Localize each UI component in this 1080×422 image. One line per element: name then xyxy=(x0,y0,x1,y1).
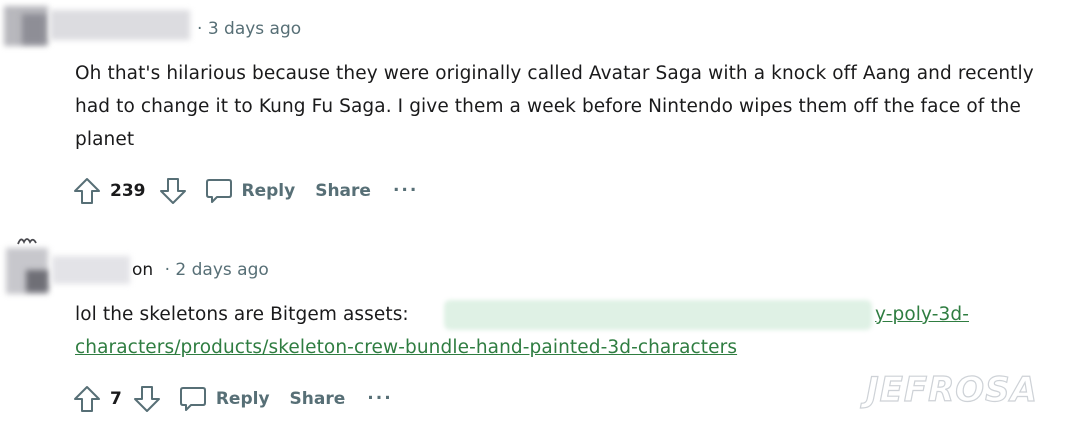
link-redacted-highlight[interactable] xyxy=(444,300,872,330)
upvote-icon[interactable] xyxy=(72,384,102,414)
more-options-icon[interactable]: ... xyxy=(367,384,392,404)
comment-timestamp[interactable]: 2 days ago xyxy=(175,260,268,280)
comment-body-text: lol the skeletons are Bitgem assets: xyxy=(75,304,409,325)
comment-actions: 239 Reply Share ... xyxy=(72,174,418,208)
comment-timestamp[interactable]: 3 days ago xyxy=(208,19,301,39)
reply-button[interactable]: Reply xyxy=(178,384,270,414)
avatar-blurred-dark xyxy=(26,270,48,292)
avatar-blurred-dark xyxy=(22,14,46,44)
reply-label: Reply xyxy=(215,389,270,409)
comment-body: Oh that's hilarious because they were or… xyxy=(75,63,1034,150)
reply-icon xyxy=(178,384,208,414)
comment-actions: 7 Reply Share ... xyxy=(72,382,393,416)
reply-button[interactable]: Reply xyxy=(204,176,296,206)
downvote-icon[interactable] xyxy=(132,384,162,414)
comment-link-line2[interactable]: characters/products/skeleton-crew-bundle… xyxy=(75,331,737,364)
comment-link-line1[interactable]: y-poly-3d- xyxy=(875,298,969,331)
upvote-icon[interactable] xyxy=(72,176,102,206)
watermark-logo: JEFROSA xyxy=(865,369,1038,410)
vote-count: 7 xyxy=(110,389,122,409)
username-fragment[interactable]: on xyxy=(132,260,153,280)
downvote-icon[interactable] xyxy=(158,176,188,206)
comment-meta: · 3 days ago xyxy=(197,19,301,39)
vote-count: 239 xyxy=(110,181,146,201)
share-button[interactable]: Share xyxy=(290,389,346,409)
reply-label: Reply xyxy=(241,181,296,201)
meta-separator: · xyxy=(164,260,170,280)
comment-meta: on · 2 days ago xyxy=(132,260,269,280)
more-options-icon[interactable]: ... xyxy=(393,176,418,196)
share-button[interactable]: Share xyxy=(315,181,371,201)
username-blurred[interactable] xyxy=(50,10,190,40)
reply-icon xyxy=(204,176,234,206)
meta-separator: · xyxy=(197,19,203,39)
username-blurred[interactable] xyxy=(52,256,130,284)
